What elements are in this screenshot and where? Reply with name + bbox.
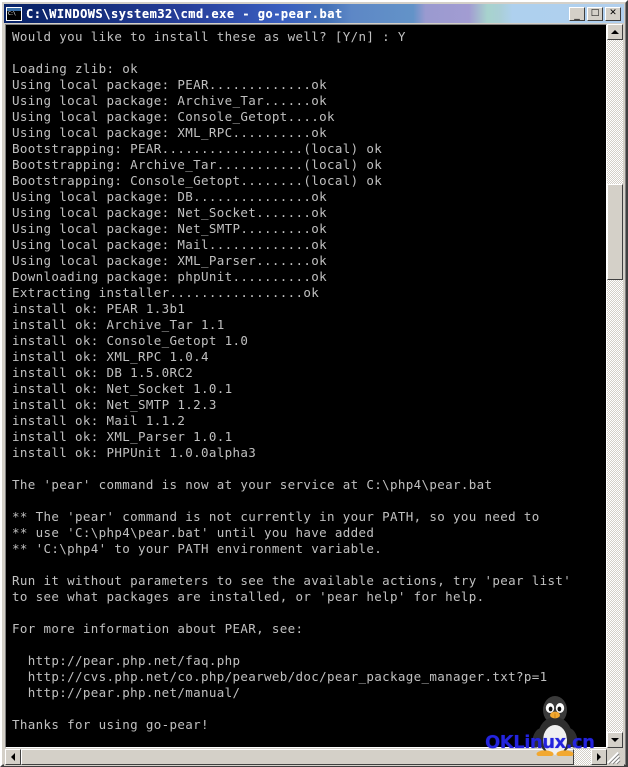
scroll-right-button[interactable] [591,749,607,765]
console-line: Using local package: PEAR.............ok [12,77,328,92]
console-line: Loading zlib: ok [12,61,139,76]
console-line: install ok: DB 1.5.0RC2 [12,365,194,380]
console-line: install ok: XML_Parser 1.0.1 [12,429,233,444]
console-line: Downloading package: phpUnit..........ok [12,269,328,284]
close-button[interactable]: ✕ [605,6,621,21]
console-line: For more information about PEAR, see: [12,621,304,636]
console-line: Using local package: Mail.............ok [12,237,328,252]
scroll-left-button[interactable] [5,749,21,765]
console-line: Extracting installer.................ok [12,285,320,300]
cmd-console-icon[interactable] [6,6,22,21]
console-line: Using local package: Net_Socket.......ok [12,205,328,220]
horizontal-scrollbar[interactable] [5,749,607,765]
client-area: Would you like to install these as well?… [4,23,624,766]
console-line: to see what packages are installed, or '… [12,589,485,604]
cmd-window: C:\WINDOWS\system32\cmd.exe - go-pear.ba… [0,0,628,767]
console-viewport[interactable]: Would you like to install these as well?… [5,24,607,748]
console-line: ** The 'pear' command is not currently i… [12,509,540,524]
console-line: Using local package: XML_RPC..........ok [12,125,328,140]
console-line: http://pear.php.net/manual/ [12,685,241,700]
minimize-button[interactable]: _ [569,6,585,21]
arrow-left-icon [11,753,15,761]
resize-grip[interactable] [607,749,623,765]
console-line: install ok: PHPUnit 1.0.0alpha3 [12,445,257,460]
window-title: C:\WINDOWS\system32\cmd.exe - go-pear.ba… [26,6,343,21]
scroll-up-button[interactable] [607,24,623,40]
console-line: ** use 'C:\php4\pear.bat' until you have… [12,525,375,540]
scroll-down-button[interactable] [607,732,623,748]
console-line: http://pear.php.net/faq.php [12,653,241,668]
maximize-button[interactable]: □ [587,6,603,21]
vertical-scrollbar-track[interactable] [607,40,623,732]
console-line: install ok: Mail 1.1.2 [12,413,186,428]
console-line: Bootstrapping: Console_Getopt........(lo… [12,173,383,188]
console-line: Using local package: XML_Parser.......ok [12,253,328,268]
console-line: install ok: Console_Getopt 1.0 [12,333,249,348]
console-line: Run it without parameters to see the ava… [12,573,572,588]
console-line: Using local package: Net_SMTP.........ok [12,221,328,236]
console-line: Using local package: DB...............ok [12,189,328,204]
console-line: http://cvs.php.net/co.php/pearweb/doc/pe… [12,669,548,684]
close-icon: ✕ [609,8,617,18]
title-bar[interactable]: C:\WINDOWS\system32\cmd.exe - go-pear.ba… [4,4,624,23]
console-line: Thanks for using go-pear! [12,717,209,732]
maximize-icon: □ [590,8,600,18]
console-line: install ok: Archive_Tar 1.1 [12,317,225,332]
console-line: Using local package: Console_Getopt....o… [12,109,335,124]
console-line: The 'pear' command is now at your servic… [12,477,493,492]
window-inner-frame: C:\WINDOWS\system32\cmd.exe - go-pear.ba… [2,2,626,766]
console-output[interactable]: Would you like to install these as well?… [6,25,606,747]
console-line: Bootstrapping: Archive_Tar...........(lo… [12,157,383,172]
console-line: install ok: PEAR 1.3b1 [12,301,186,316]
arrow-right-icon [597,753,601,761]
console-line: ** 'C:\php4' to your PATH environment va… [12,541,383,556]
console-line: Using local package: Archive_Tar......ok [12,93,328,108]
console-line: install ok: Net_SMTP 1.2.3 [12,397,217,412]
vertical-scrollbar[interactable] [607,24,623,748]
horizontal-scrollbar-thumb[interactable] [21,749,574,765]
console-line: Would you like to install these as well?… [12,29,406,44]
window-controls: _ □ ✕ [569,6,621,21]
console-line: install ok: XML_RPC 1.0.4 [12,349,209,364]
vertical-scrollbar-thumb[interactable] [607,184,623,280]
console-line: Bootstrapping: PEAR..................(lo… [12,141,383,156]
arrow-down-icon [611,738,619,742]
minimize-icon: _ [574,6,580,20]
arrow-up-icon [611,30,619,34]
console-line: install ok: Net_Socket 1.0.1 [12,381,233,396]
